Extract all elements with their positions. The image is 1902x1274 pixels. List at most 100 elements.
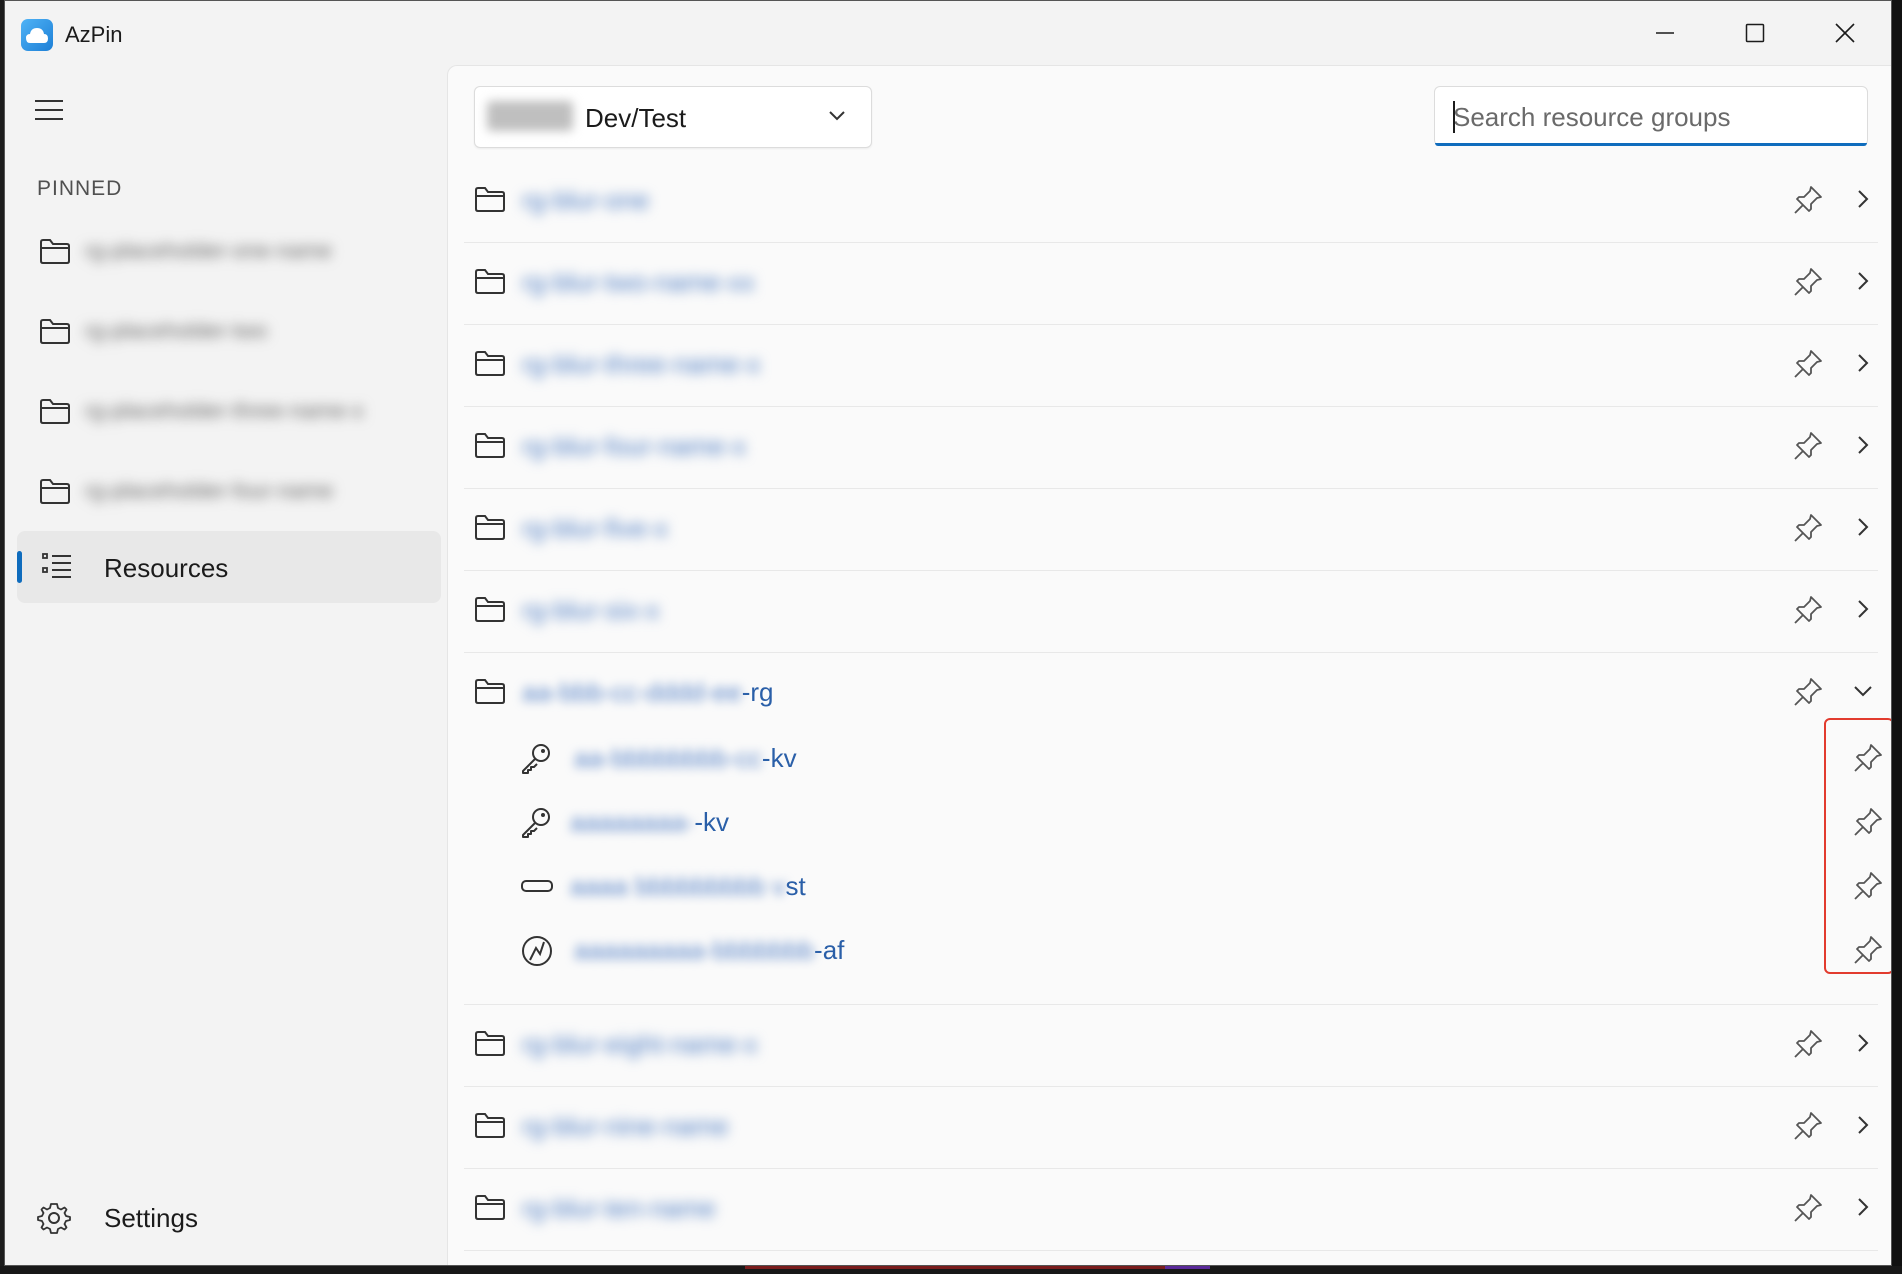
resource-group-row[interactable]: rg-blur-one (464, 160, 1878, 243)
resource-name-suffix: -kv (761, 743, 797, 773)
resource-group-name[interactable]: aa-bbb-cc-dddd-ee-rg (522, 674, 773, 710)
pinned-item[interactable]: rg-placeholder-two (17, 299, 441, 363)
folder-icon (474, 1029, 506, 1062)
search-input[interactable] (1451, 99, 1855, 135)
resource-group-name[interactable]: rg-blur-eight-name-x (522, 1026, 758, 1062)
folder-icon (474, 1111, 506, 1144)
menu-icon[interactable] (31, 95, 67, 125)
resource-name-suffix: st (785, 871, 806, 901)
pin-icon[interactable] (1792, 512, 1824, 549)
resource-group-row[interactable]: rg-blur-nine-name (464, 1086, 1878, 1169)
resource-name[interactable]: aaaaaaaaa-bbbbbbb-af (574, 932, 844, 968)
folder-icon (474, 1193, 506, 1226)
resource-group-name[interactable]: rg-blur-four-name-x (522, 428, 746, 464)
resource-group-row-expanded[interactable]: aa-bbb-cc-dddd-ee-rg aa-bbbbbbbb-cc-kv a… (464, 652, 1891, 1005)
resource-group-name[interactable]: rg-blur-two-name-xx (522, 264, 755, 300)
resource-group-row[interactable]: rg-blur-five-x (464, 488, 1878, 571)
key-icon (520, 806, 552, 843)
redacted-prefix (487, 101, 573, 131)
resource-group-row[interactable]: rg-blur-three-name-x (464, 324, 1878, 407)
pin-icon[interactable] (1792, 1028, 1824, 1065)
resource-group-name[interactable]: rg-blur-nine-name (522, 1108, 729, 1144)
folder-icon (39, 317, 71, 350)
resource-name[interactable]: aaaaaaaa--kv (570, 804, 729, 840)
chevron-right-icon[interactable] (1856, 188, 1870, 215)
folder-icon (474, 595, 506, 628)
pinned-item-label: rg-placeholder-three-name-x (85, 398, 364, 423)
selection-indicator (17, 551, 22, 583)
resource-group-name[interactable]: rg-blur-three-name-x (522, 346, 760, 382)
chevron-right-icon[interactable] (1856, 1196, 1870, 1223)
chevron-down-icon (827, 109, 847, 128)
chevron-right-icon[interactable] (1856, 434, 1870, 461)
pinned-item-label: rg-placeholder-two (85, 318, 268, 343)
pinned-item[interactable]: rg-placeholder-four-name (17, 459, 441, 523)
pinned-item[interactable]: rg-placeholder-one-name (17, 219, 441, 283)
list-icon (41, 551, 73, 586)
pinned-item-label: rg-placeholder-one-name (85, 238, 333, 263)
main-content: Dev/Test rg-blur-one rg-blur-two-name-xx… (447, 65, 1891, 1265)
folder-icon (39, 237, 71, 270)
resource-item[interactable]: aaaa bbbbbbbbb vst (464, 854, 1882, 918)
resource-item[interactable]: aaaaaaaa--kv (464, 790, 1882, 854)
subscription-dropdown[interactable]: Dev/Test (474, 86, 872, 148)
pinned-item-label: rg-placeholder-four-name (85, 478, 334, 503)
gear-icon (37, 1201, 71, 1240)
folder-icon (474, 513, 506, 546)
chevron-right-icon[interactable] (1856, 1032, 1870, 1059)
folder-icon (474, 349, 506, 382)
pin-icon[interactable] (1792, 1110, 1824, 1147)
resource-group-row[interactable]: rg-blur-eight-name-x (464, 1004, 1878, 1087)
nav-item-resources[interactable]: Resources (17, 531, 441, 603)
resource-name-suffix: -kv (694, 807, 730, 837)
resource-group-row[interactable]: rg-blur-four-name-x (464, 406, 1878, 489)
resource-item[interactable]: aaaaaaaaa-bbbbbbb-af (464, 918, 1882, 982)
folder-icon (39, 397, 71, 430)
nav-item-settings[interactable]: Settings (17, 1187, 441, 1247)
background-bottom (0, 1266, 1902, 1274)
pinned-section-label: PINNED (37, 177, 123, 200)
resource-group-name[interactable]: rg-blur-six-x (522, 592, 659, 628)
search-box[interactable] (1434, 86, 1868, 146)
function-app-icon (520, 934, 554, 973)
storage-icon (520, 870, 554, 907)
folder-icon (474, 267, 506, 300)
app-title: AzPin (65, 22, 123, 47)
resource-group-row[interactable]: rg-blur-six-x (464, 570, 1878, 653)
focus-underline (1435, 143, 1867, 146)
app-logo-icon (21, 19, 53, 51)
pinned-item[interactable]: rg-placeholder-three-name-x (17, 379, 441, 443)
folder-icon (474, 431, 506, 464)
resource-item[interactable]: aa-bbbbbbbb-cc-kv (464, 726, 1882, 790)
pin-icon[interactable] (1792, 676, 1824, 713)
chevron-right-icon[interactable] (1856, 352, 1870, 379)
subscription-value: Dev/Test (585, 103, 687, 133)
resource-group-row[interactable]: rg-blur-ten-name (464, 1168, 1878, 1251)
chevron-right-icon[interactable] (1856, 516, 1870, 543)
resource-name[interactable]: aa-bbbbbbbb-cc-kv (574, 740, 797, 776)
resource-group-row[interactable]: rg-blur-two-name-xx (464, 242, 1878, 325)
chevron-right-icon[interactable] (1856, 1114, 1870, 1141)
chevron-right-icon[interactable] (1856, 598, 1870, 625)
folder-icon (39, 477, 71, 510)
pin-icon[interactable] (1792, 184, 1824, 221)
resource-name-suffix: -af (814, 935, 845, 965)
pin-icon[interactable] (1792, 1192, 1824, 1229)
pin-icon[interactable] (1792, 266, 1824, 303)
resource-group-name[interactable]: rg-blur-five-x (522, 510, 668, 546)
chevron-down-icon[interactable] (1852, 684, 1874, 703)
pin-icon[interactable] (1792, 430, 1824, 467)
nav-item-label: Settings (104, 1203, 198, 1233)
folder-icon (474, 185, 506, 218)
text-caret (1453, 101, 1455, 133)
resource-name[interactable]: aaaa bbbbbbbbb vst (570, 868, 806, 904)
pin-icon[interactable] (1792, 348, 1824, 385)
chevron-right-icon[interactable] (1856, 270, 1870, 297)
resource-group-name[interactable]: rg-blur-ten-name (522, 1190, 716, 1226)
maximize-button[interactable] (1715, 9, 1795, 57)
pin-icon[interactable] (1792, 594, 1824, 631)
title-bar: AzPin (5, 1, 1891, 65)
resource-group-name[interactable]: rg-blur-one (522, 182, 649, 218)
minimize-button[interactable] (1625, 9, 1705, 57)
close-button[interactable] (1805, 9, 1885, 57)
